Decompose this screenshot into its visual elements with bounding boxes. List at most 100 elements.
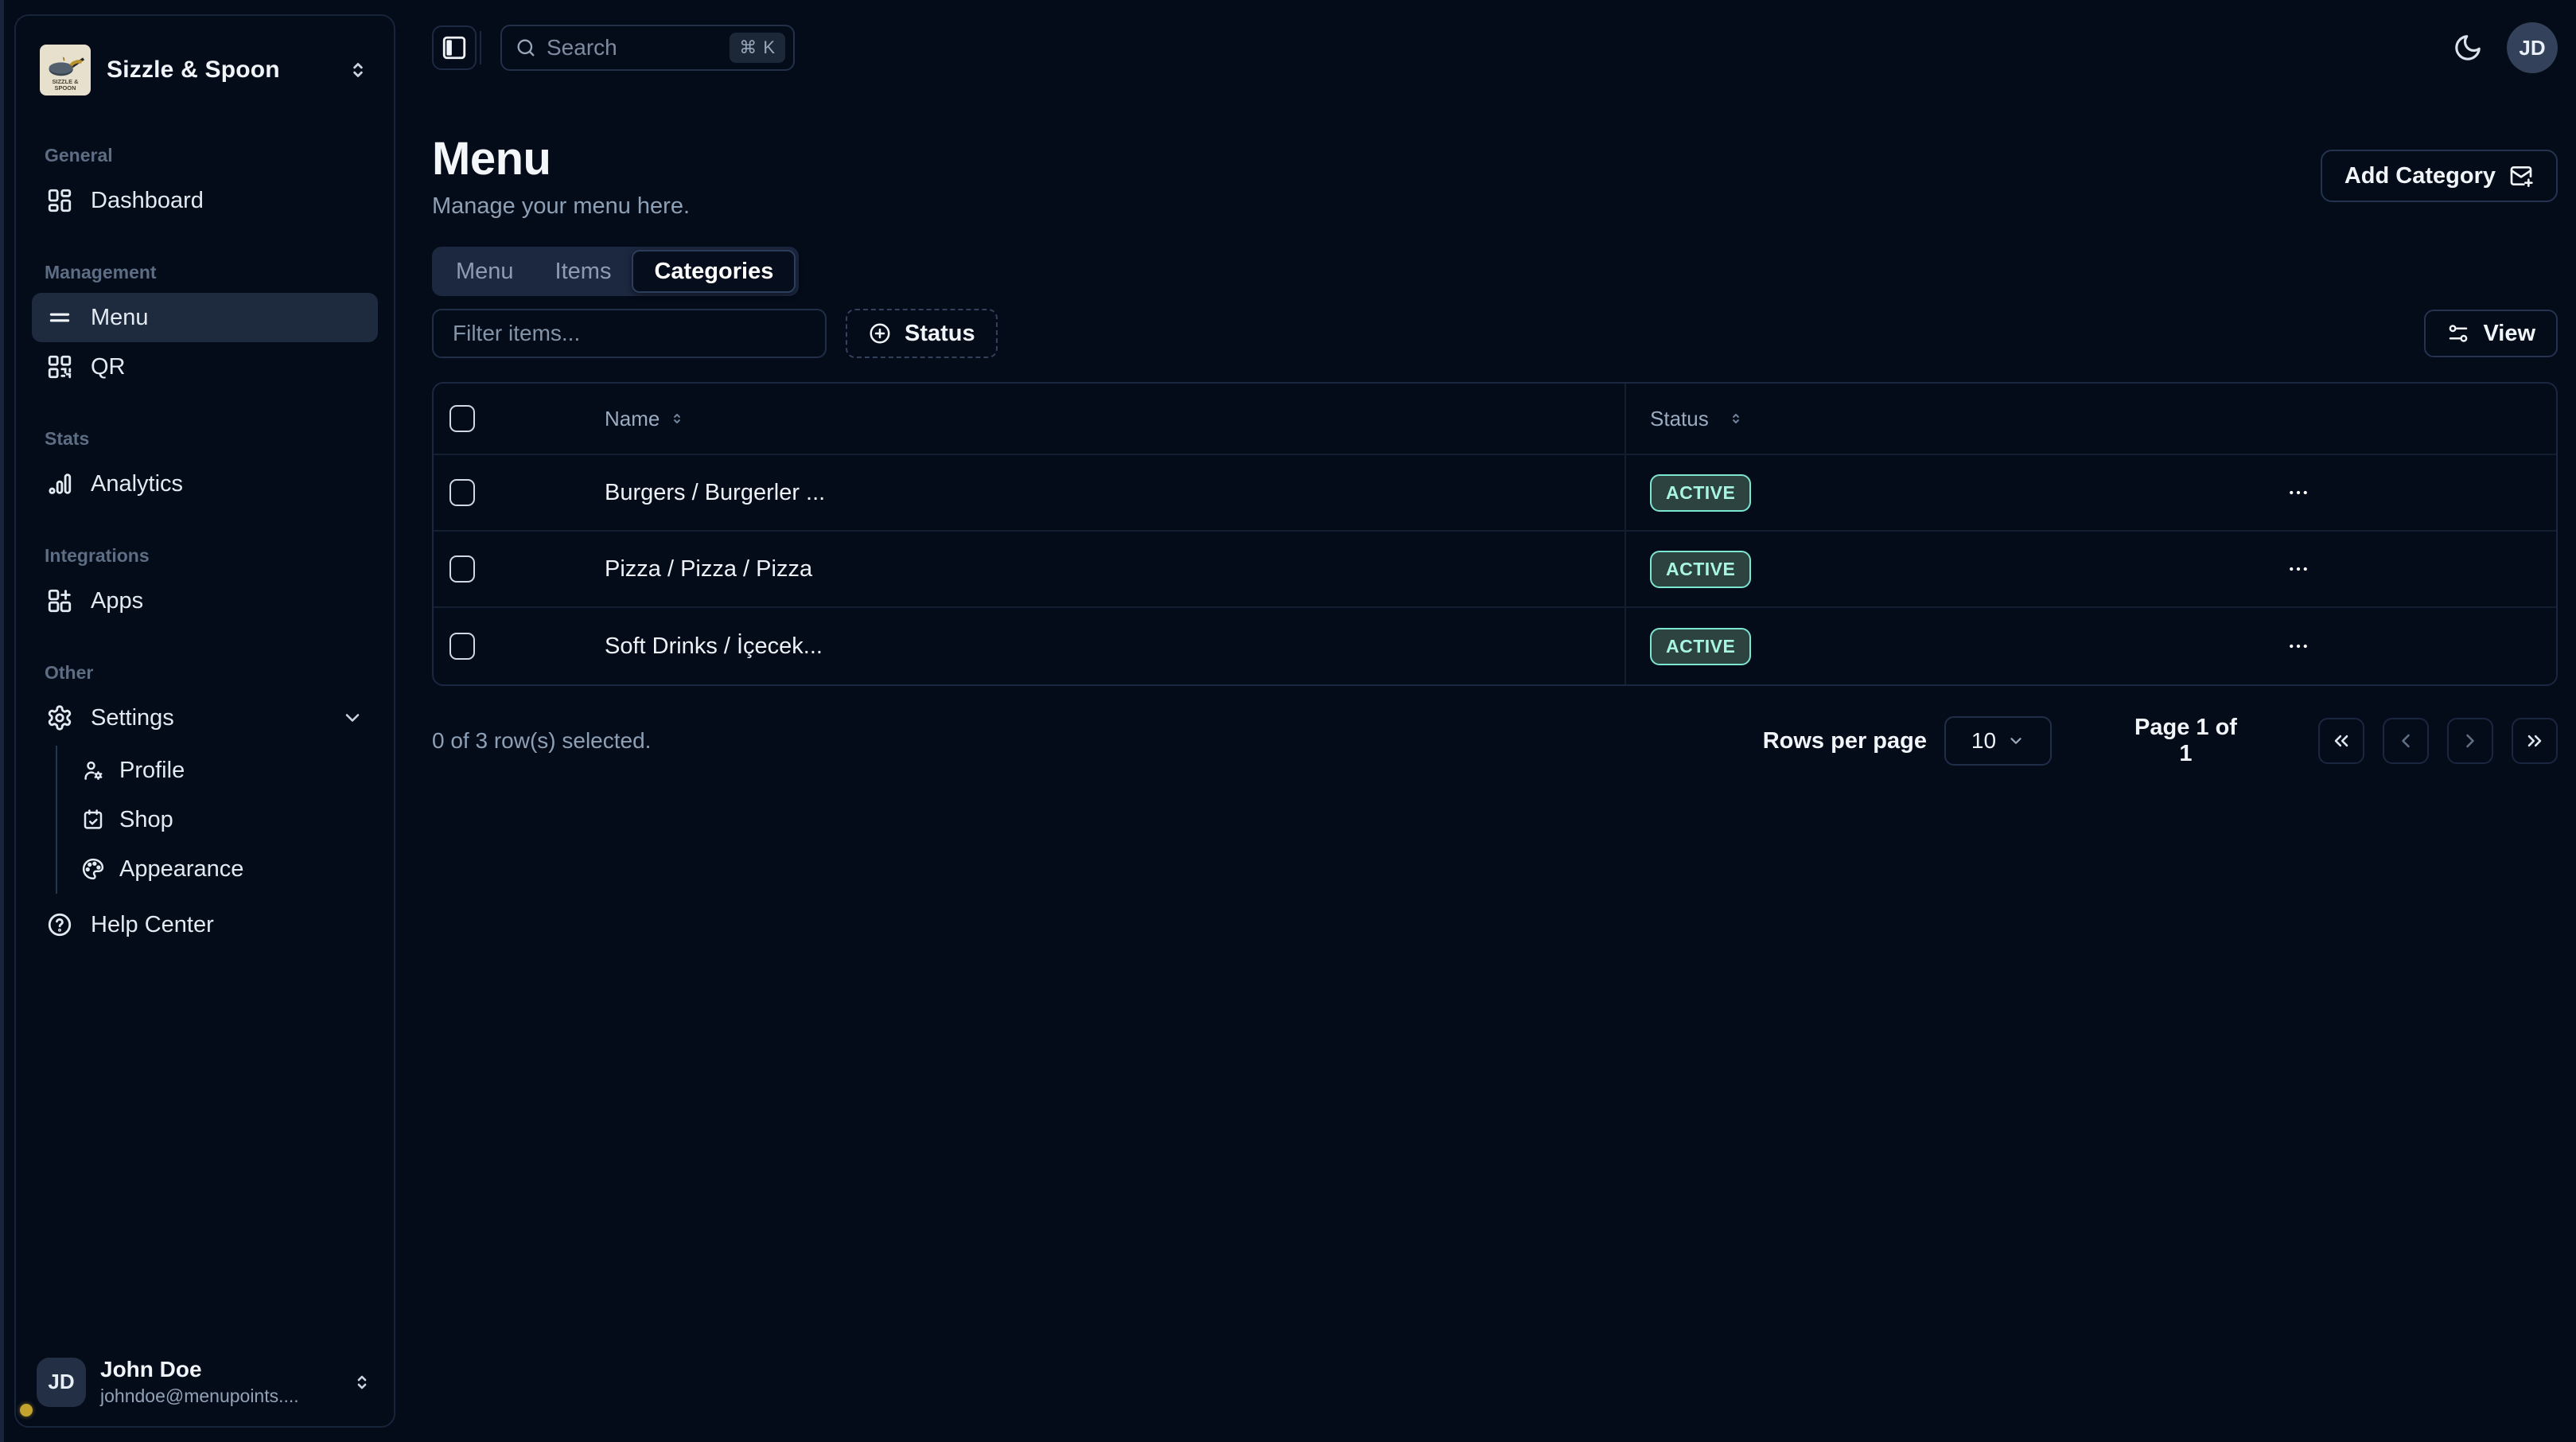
- chevron-down-icon: [341, 707, 364, 729]
- sidebar-item-label: Help Center: [91, 912, 214, 938]
- row-actions-button[interactable]: [2281, 551, 2316, 587]
- row-actions-button[interactable]: [2281, 629, 2316, 664]
- row-checkbox[interactable]: [449, 555, 475, 583]
- theme-toggle-button[interactable]: [2450, 29, 2486, 66]
- table-header-row: Name Status: [434, 384, 2556, 455]
- select-all-checkbox[interactable]: [449, 405, 475, 432]
- status-badge: ACTIVE: [1650, 474, 1751, 512]
- sidebar-item-label: Profile: [119, 758, 185, 784]
- chevrons-up-down-icon: [351, 1371, 373, 1393]
- row-actions-button[interactable]: [2281, 475, 2316, 510]
- team-switcher[interactable]: SIZZLE &SPOON Sizzle & Spoon: [30, 37, 379, 103]
- table-footer: 0 of 3 row(s) selected. Rows per page 10…: [432, 715, 2558, 767]
- first-page-button[interactable]: [2318, 718, 2364, 764]
- sidebar-item-label: Apps: [91, 588, 143, 614]
- filter-input[interactable]: [432, 309, 827, 358]
- main-area: ⌘ K JD Menu Manage your menu here. Add C…: [411, 0, 2576, 1442]
- chevron-down-icon: [2007, 732, 2025, 750]
- sidebar-nav: General Dashboard Management Menu QR Sta…: [16, 145, 394, 949]
- table-row: Burgers / Burgerler ... ACTIVE: [434, 455, 2556, 532]
- user-name: John Doe: [100, 1357, 337, 1382]
- chevron-left-icon: [2395, 730, 2417, 752]
- calendar-check-icon: [81, 808, 105, 832]
- sort-icon[interactable]: [1728, 411, 1744, 427]
- ellipsis-icon: [2286, 557, 2310, 581]
- tabs: Menu Items Categories: [432, 247, 799, 296]
- category-name: Soft Drinks / İçecek...: [605, 633, 1625, 660]
- sidebar-item-apps[interactable]: Apps: [32, 576, 378, 626]
- previous-page-button[interactable]: [2383, 718, 2429, 764]
- rows-per-page-select[interactable]: 10: [1944, 716, 2052, 766]
- menu-lines-icon: [46, 304, 73, 331]
- sidebar-item-settings[interactable]: Settings: [32, 693, 378, 742]
- sidebar-item-label: Shop: [119, 807, 173, 833]
- column-header-name[interactable]: Name: [605, 407, 660, 431]
- add-category-button[interactable]: Add Category: [2321, 150, 2558, 202]
- tab-categories[interactable]: Categories: [632, 250, 796, 293]
- sidebar-item-help-center[interactable]: Help Center: [32, 900, 378, 949]
- rows-per-page-label: Rows per page: [1763, 728, 1927, 754]
- status-badge: ACTIVE: [1650, 628, 1751, 665]
- panel-left-icon: [441, 34, 468, 61]
- section-label-management: Management: [45, 262, 378, 283]
- sidebar-item-shop[interactable]: Shop: [70, 795, 378, 844]
- sidebar-item-label: QR: [91, 354, 126, 380]
- sidebar-item-profile[interactable]: Profile: [70, 746, 378, 795]
- page-indicator: Page 1 of 1: [2128, 715, 2243, 767]
- sort-icon[interactable]: [669, 411, 685, 427]
- topbar: ⌘ K JD: [432, 0, 2558, 95]
- section-label-stats: Stats: [45, 428, 378, 450]
- status-filter-button[interactable]: Status: [846, 309, 998, 358]
- tab-menu[interactable]: Menu: [435, 250, 535, 293]
- sidebar-item-label: Settings: [91, 705, 174, 731]
- view-options-button[interactable]: View: [2424, 310, 2558, 357]
- plus-circle-icon: [868, 322, 892, 345]
- status-badge: ACTIVE: [1650, 551, 1751, 588]
- help-circle-icon: [46, 911, 73, 938]
- row-checkbox[interactable]: [449, 479, 475, 506]
- column-header-status[interactable]: Status: [1650, 407, 1709, 431]
- sidebar-item-label: Menu: [91, 305, 149, 331]
- selection-summary: 0 of 3 row(s) selected.: [432, 728, 651, 754]
- chevron-right-icon: [2459, 730, 2481, 752]
- team-name: Sizzle & Spoon: [107, 57, 330, 84]
- section-label-integrations: Integrations: [45, 545, 378, 567]
- sidebar-item-label: Analytics: [91, 471, 183, 497]
- sidebar-item-analytics[interactable]: Analytics: [32, 459, 378, 509]
- category-name: Burgers / Burgerler ...: [605, 480, 1625, 506]
- sidebar-item-qr[interactable]: QR: [32, 342, 378, 392]
- page-subtitle: Manage your menu here.: [432, 193, 690, 220]
- table-toolbar: Status View: [432, 309, 2558, 358]
- sidebar-item-label: Dashboard: [91, 188, 204, 214]
- gear-icon: [46, 704, 73, 731]
- user-menu[interactable]: JD John Doe johndoe@menupoints....: [27, 1349, 383, 1415]
- sidebar-item-dashboard[interactable]: Dashboard: [32, 176, 378, 225]
- table-row: Soft Drinks / İçecek... ACTIVE: [434, 608, 2556, 684]
- status-dot: [20, 1404, 33, 1417]
- search-shortcut-badge: ⌘ K: [730, 33, 785, 63]
- row-checkbox[interactable]: [449, 633, 475, 660]
- qr-code-icon: [46, 353, 73, 380]
- window-edge: [0, 0, 4, 1442]
- sidebar-item-label: Appearance: [119, 856, 243, 883]
- profile-avatar[interactable]: JD: [2507, 22, 2558, 73]
- search-input[interactable]: [547, 35, 720, 60]
- svg-text:SPOON: SPOON: [55, 84, 76, 92]
- chevrons-right-icon: [2523, 730, 2546, 752]
- sidebar-toggle-button[interactable]: [432, 25, 477, 70]
- section-label-general: General: [45, 145, 378, 166]
- page-title: Menu: [432, 132, 690, 185]
- chevrons-left-icon: [2330, 730, 2352, 752]
- user-email: johndoe@menupoints....: [100, 1385, 337, 1407]
- last-page-button[interactable]: [2512, 718, 2558, 764]
- next-page-button[interactable]: [2447, 718, 2493, 764]
- sidebar: SIZZLE &SPOON Sizzle & Spoon General Das…: [14, 14, 395, 1428]
- bar-chart-icon: [46, 470, 73, 497]
- global-search[interactable]: ⌘ K: [500, 25, 795, 71]
- tab-items[interactable]: Items: [535, 250, 632, 293]
- ellipsis-icon: [2286, 634, 2310, 658]
- sidebar-item-appearance[interactable]: Appearance: [70, 844, 378, 894]
- brand-logo-icon: SIZZLE &SPOON: [40, 45, 91, 95]
- table-row: Pizza / Pizza / Pizza ACTIVE: [434, 532, 2556, 608]
- sidebar-item-menu[interactable]: Menu: [32, 293, 378, 342]
